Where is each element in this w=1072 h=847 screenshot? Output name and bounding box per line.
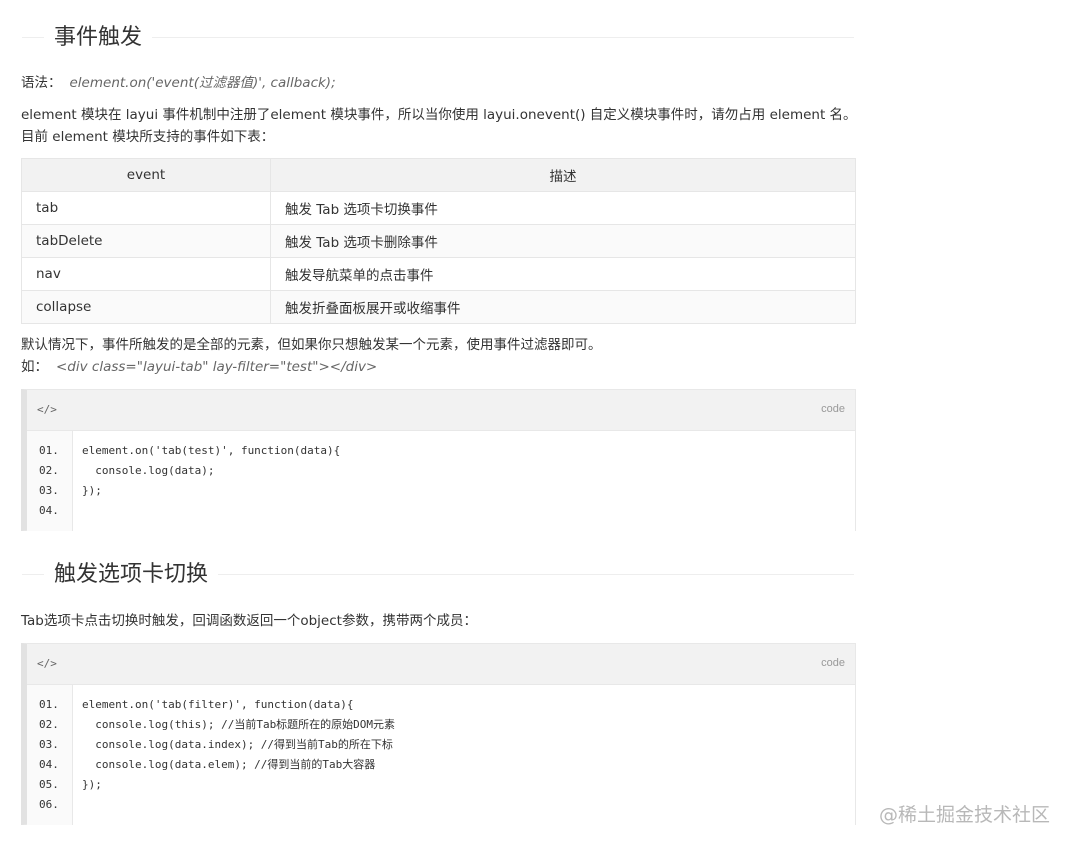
table-row: tabDelete 触发 Tab 选项卡删除事件 [21, 224, 856, 258]
section-title-text: 触发选项卡切换 [44, 560, 219, 590]
code-lang-label: code [821, 657, 845, 669]
code-line: 05.}); [27, 775, 855, 795]
table-row: tab 触发 Tab 选项卡切换事件 [21, 191, 856, 225]
table-header-event: event [21, 158, 271, 192]
event-table: event 描述 tab 触发 Tab 选项卡切换事件 tabDelete 触发… [21, 158, 856, 324]
code-line: 04. console.log(data.elem); //得到当前的Tab大容… [27, 755, 855, 775]
line-number: 01. [39, 444, 59, 457]
line-number: 05. [39, 778, 59, 791]
example-label: 如： [21, 359, 48, 375]
code-line: 01. element.on('tab(filter)', function(da… [27, 695, 855, 715]
watermark: @稀土掘金技术社区 [878, 804, 1050, 826]
table-row: nav 触发导航菜单的点击事件 [21, 257, 856, 291]
syntax-label: 语法： [21, 75, 62, 91]
code-block-body: 01. element.on('tab(filter)', function(da… [27, 685, 855, 825]
code-block-body: 01. element.on('tab(test)', function(data… [27, 431, 855, 531]
code-line: 01. element.on('tab(test)', function(data… [27, 441, 855, 461]
table-cell-description: 触发导航菜单的点击事件 [270, 257, 856, 291]
line-code: }); [82, 484, 102, 497]
table-cell-event: tab [21, 191, 271, 225]
example-code: <div class="layui-tab" lay-filter="test"… [56, 359, 378, 375]
line-number: 06. [39, 798, 59, 811]
line-number: 02. [39, 718, 59, 731]
section-title-event-trigger: 事件触发 [22, 23, 854, 53]
section-title-text: 事件触发 [44, 23, 153, 53]
line-number: 04. [39, 758, 59, 771]
line-number: 04. [39, 504, 59, 517]
line-code: console.log(data.index); //得到当前Tab的所在下标 [82, 738, 393, 751]
line-code: console.log(data); [82, 464, 215, 477]
line-code: console.log(this); //当前Tab标题所在的原始DOM元素 [82, 718, 396, 731]
table-cell-description: 触发折叠面板展开或收缩事件 [270, 290, 856, 324]
line-number: 02. [39, 464, 59, 477]
line-number: 01. [39, 698, 59, 711]
syntax-line: 语法： element.on('event(过滤器值)', callback); [21, 72, 857, 94]
code-tag-icon: </> [37, 403, 57, 416]
tab-switch-intro: Tab选项卡点击切换时触发，回调函数返回一个object参数，携带两个成员： [21, 613, 477, 629]
code-block-1: </> code 01. element.on('tab(test)', func… [21, 389, 856, 531]
line-code: console.log(data.elem); //得到当前的Tab大容器 [82, 758, 376, 771]
code-line: 02. console.log(this); //当前Tab标题所在的原始DOM… [27, 715, 855, 735]
code-line: 04. [27, 501, 855, 521]
code-block-2: </> code 01. element.on('tab(filter)', fu… [21, 643, 856, 825]
section-title-tab-switch: 触发选项卡切换 [22, 560, 854, 590]
table-cell-event: tabDelete [21, 224, 271, 258]
code-line: 06. [27, 795, 855, 815]
code-tag-icon: </> [37, 657, 57, 670]
code-line: 03.}); [27, 481, 855, 501]
table-cell-event: nav [21, 257, 271, 291]
code-lang-label: code [821, 403, 845, 415]
table-header-description: 描述 [270, 158, 856, 192]
intro-paragraph: element 模块在 layui 事件机制中注册了element 模块事件，所… [21, 107, 857, 145]
code-line: 03. console.log(data.index); //得到当前Tab的所… [27, 735, 855, 755]
table-header-row: event 描述 [21, 158, 856, 192]
table-row: collapse 触发折叠面板展开或收缩事件 [21, 290, 856, 324]
example-line: 如： <div class="layui-tab" lay-filter="tes… [21, 356, 857, 378]
line-number: 03. [39, 738, 59, 751]
code-block-header: </> code [27, 390, 855, 431]
line-number: 03. [39, 484, 59, 497]
table-cell-description: 触发 Tab 选项卡删除事件 [270, 224, 856, 258]
line-code: }); [82, 778, 102, 791]
table-cell-event: collapse [21, 290, 271, 324]
filter-note: 默认情况下，事件所触发的是全部的元素，但如果你只想触发某一个元素，使用事件过滤器… [21, 337, 602, 353]
syntax-code: element.on('event(过滤器值)', callback); [69, 75, 336, 91]
code-block-header: </> code [27, 644, 855, 685]
code-line: 02. console.log(data); [27, 461, 855, 481]
table-cell-description: 触发 Tab 选项卡切换事件 [270, 191, 856, 225]
line-code: element.on('tab(filter)', function(data)… [82, 698, 354, 711]
line-code: element.on('tab(test)', function(data){ [82, 444, 341, 457]
